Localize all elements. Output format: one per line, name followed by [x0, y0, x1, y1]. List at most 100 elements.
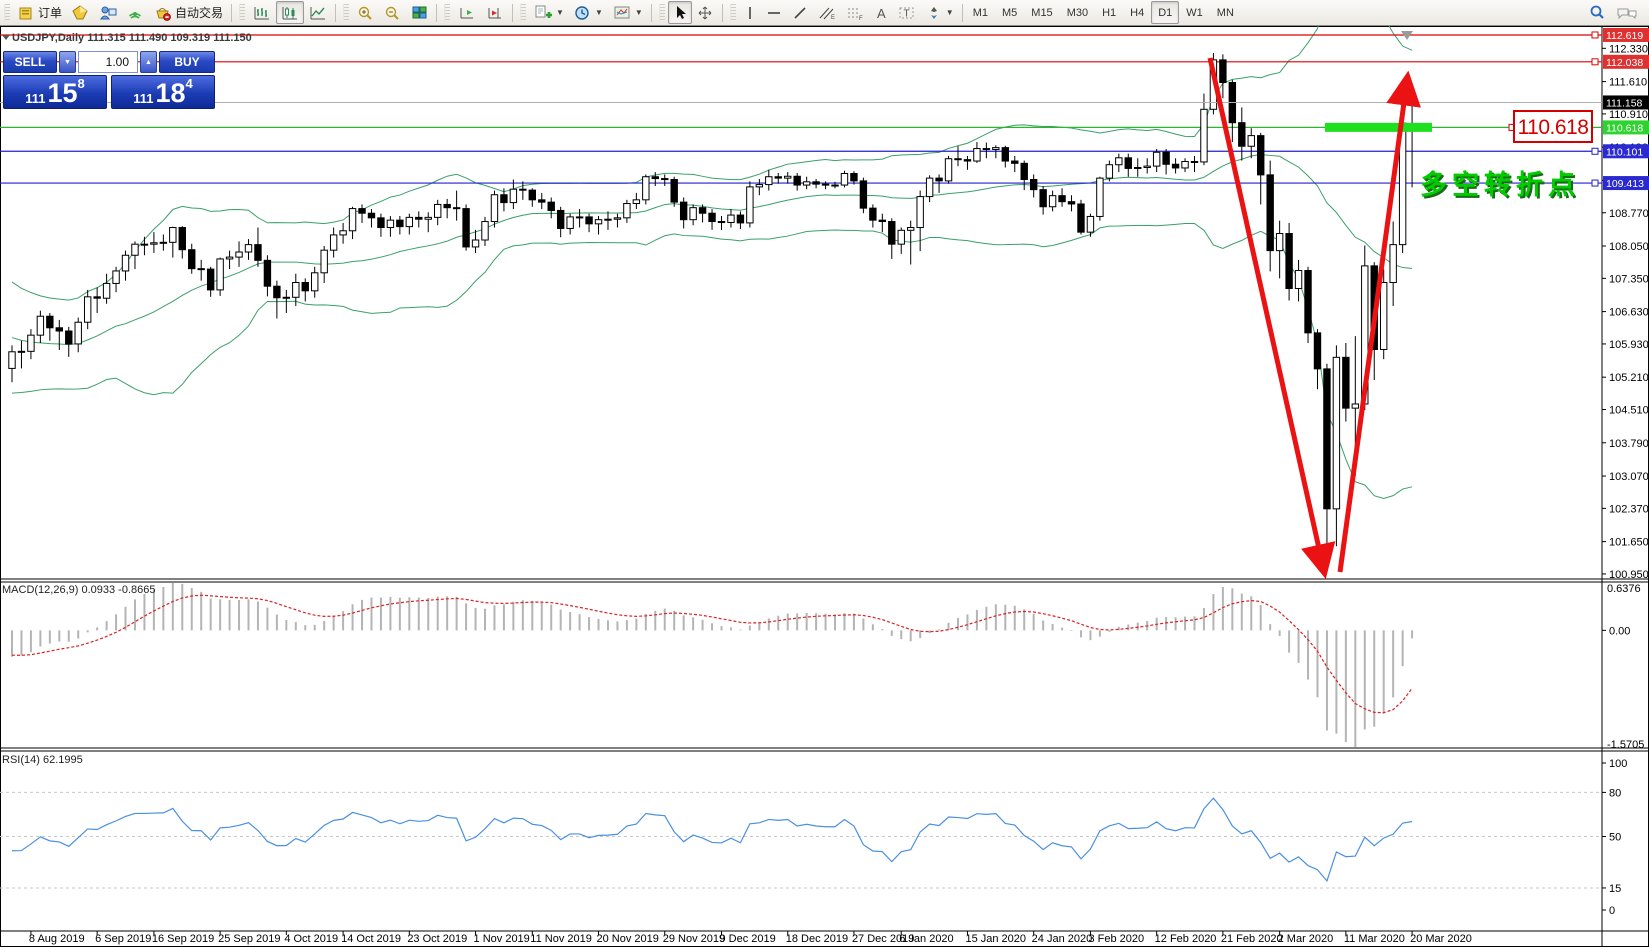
periods-button[interactable]: ▼	[569, 1, 608, 24]
tile-windows-button[interactable]	[406, 1, 433, 24]
candle	[1096, 177, 1104, 217]
mt4-terminal: 订单 自动交易 ▼ ▼ ▼ E F A T ▼ M1 M5 M15 M30 H1 H4 D1 W1 MN 112.3…	[0, 0, 1649, 947]
search-icon	[1588, 4, 1606, 21]
volume-up-button[interactable]: ▲	[140, 51, 157, 73]
candle	[963, 159, 972, 162]
cursor-button[interactable]	[667, 1, 692, 24]
timeframe-w1-button[interactable]: W1	[1179, 1, 1210, 24]
candle	[27, 334, 35, 352]
candle	[1171, 163, 1180, 169]
arrows-button[interactable]: ▼	[921, 1, 959, 24]
macd-label: MACD(12,26,9) 0.0933 -0.8665	[2, 584, 155, 596]
toolbar-grip	[343, 3, 350, 22]
candle	[594, 219, 603, 225]
time-axis-label: 21 Feb 2020	[1221, 933, 1283, 945]
autotrading-button-label: 自动交易	[175, 6, 224, 20]
candle	[925, 177, 934, 198]
bar-chart-button[interactable]	[248, 1, 276, 24]
candle	[1134, 166, 1142, 169]
line-handle[interactable]	[1591, 147, 1599, 155]
crosshair-button[interactable]	[692, 1, 719, 24]
text-button[interactable]: A	[869, 1, 893, 24]
channel-button[interactable]: E	[813, 1, 841, 24]
chart-shift-button[interactable]	[481, 1, 509, 24]
time-axis-label: 11 Nov 2019	[530, 933, 592, 945]
metaeditor-button[interactable]	[67, 1, 94, 24]
zoom-out-button[interactable]	[379, 1, 406, 24]
fibonacci-button[interactable]: F	[841, 1, 869, 24]
sell-button[interactable]: SELL	[3, 51, 57, 73]
candle	[746, 186, 754, 224]
time-axis-label: 9 Dec 2019	[720, 933, 776, 945]
auto-scroll-button[interactable]	[453, 1, 481, 24]
candlestick-icon	[281, 5, 299, 21]
trendline-icon	[792, 5, 808, 21]
candle	[1048, 195, 1057, 208]
signals-button[interactable]	[122, 1, 149, 24]
candle	[434, 203, 442, 218]
toolbar-separator	[721, 3, 723, 22]
panel-collapse-icon[interactable]	[2, 35, 10, 40]
svg-text:111.610: 111.610	[1609, 77, 1647, 89]
trendline-button[interactable]	[787, 1, 813, 24]
label-button[interactable]: T	[893, 1, 921, 24]
vertical-line-button[interactable]	[739, 1, 761, 24]
sell-price-tile[interactable]: 111 15 8	[3, 75, 107, 109]
zoom-in-button[interactable]	[352, 1, 379, 24]
svg-text:112.038: 112.038	[1606, 57, 1643, 69]
new-order-button[interactable]: 订单	[13, 1, 67, 24]
line-chart-button[interactable]	[304, 1, 332, 24]
buy-price-tile[interactable]: 111 18 4	[111, 75, 215, 109]
svg-text:108.050: 108.050	[1609, 241, 1649, 253]
timeframe-h4-button[interactable]: H4	[1123, 1, 1151, 24]
line-handle[interactable]	[1591, 179, 1599, 187]
buy-button[interactable]: BUY	[159, 51, 215, 73]
candle	[679, 201, 688, 221]
timeframe-m1-button[interactable]: M1	[966, 1, 995, 24]
search-button[interactable]	[1583, 1, 1611, 24]
chevron-down-icon: ▼	[594, 8, 603, 17]
line-handle[interactable]	[1591, 58, 1599, 66]
candle	[1266, 174, 1274, 252]
candle	[216, 258, 224, 291]
volume-input[interactable]: 1.00	[78, 51, 138, 73]
chat-button[interactable]	[1611, 1, 1643, 24]
candle	[358, 208, 366, 214]
candlestick-button[interactable]	[276, 1, 305, 24]
candle	[1380, 282, 1388, 350]
sell-price-prefix: 111	[25, 91, 46, 106]
timeframe-mn-button[interactable]: MN	[1210, 1, 1241, 24]
candle	[1067, 201, 1076, 205]
line-chart-icon	[309, 5, 327, 21]
timeframe-h1-button[interactable]: H1	[1095, 1, 1123, 24]
volume-down-button[interactable]: ▼	[59, 51, 76, 73]
terminal-button[interactable]	[94, 1, 122, 24]
line-handle[interactable]	[1591, 31, 1599, 39]
candle	[140, 243, 149, 246]
candle	[131, 243, 139, 256]
candle	[661, 178, 669, 181]
candle	[500, 194, 508, 204]
time-axis: 8 Aug 2019 6 Sep 2019 16 Sep 2019 25 Sep 20…	[29, 931, 1472, 945]
horizontal-line-button[interactable]	[761, 1, 787, 24]
templates-button[interactable]: ▼	[608, 1, 648, 24]
indicators-button[interactable]: ▼	[529, 1, 569, 24]
candle	[897, 229, 905, 245]
one-click-trading-panel: SELL ▼ 1.00 ▲ BUY 111 15 8 111 18 4	[3, 51, 215, 109]
timeframe-m5-button[interactable]: M5	[995, 1, 1024, 24]
cn-annotation[interactable]: 多空转折点	[1420, 169, 1580, 200]
trend-arrow-up[interactable]	[1337, 70, 1421, 573]
candle	[1181, 160, 1189, 169]
price-chart[interactable]: 112.330111.610110.910110.190109.470108.7…	[0, 26, 1649, 947]
timeframe-m15-button[interactable]: M15	[1024, 1, 1059, 24]
timeframe-m30-button[interactable]: M30	[1060, 1, 1095, 24]
candle	[415, 216, 423, 220]
timeframe-d1-button[interactable]: D1	[1151, 1, 1180, 24]
macd-panel	[11, 583, 1414, 747]
autotrading-button[interactable]: 自动交易	[149, 1, 228, 24]
svg-text:107.350: 107.350	[1609, 273, 1649, 285]
candle	[736, 214, 745, 224]
candle	[490, 194, 499, 223]
fibo-icon: F	[846, 5, 864, 21]
candle	[765, 176, 773, 186]
